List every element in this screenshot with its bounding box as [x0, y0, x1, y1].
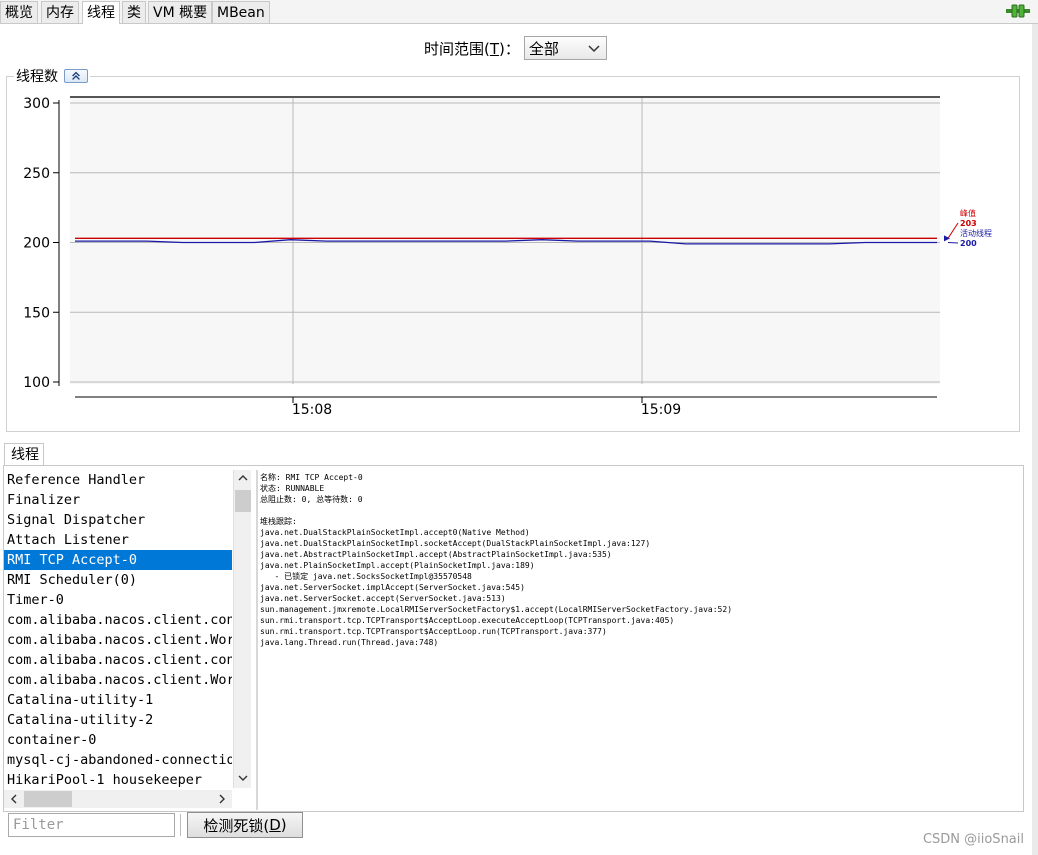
detail-line: sun.management.jmxremote.LocalRMIServerS…	[260, 605, 733, 614]
y-tick-label: 100	[23, 375, 50, 391]
jconsole-window: 概览 内存 线程 类 VM 概要 MBean 时间范围(T)： 全部 线程数 1…	[0, 0, 1038, 855]
thread-list-item[interactable]: Timer-0	[4, 590, 232, 610]
detail-line: java.lang.Thread.run(Thread.java:748)	[260, 638, 439, 647]
thread-list-item[interactable]: com.alibaba.nacos.client.con	[4, 650, 232, 670]
thread-list-item[interactable]: container-0	[4, 730, 232, 750]
detail-line: 堆栈跟踪:	[260, 517, 297, 526]
scroll-down-icon[interactable]	[235, 770, 251, 786]
y-tick-label: 150	[23, 305, 50, 321]
thread-list-item[interactable]: Catalina-utility-2	[4, 710, 232, 730]
detail-line: sun.rmi.transport.tcp.TCPTransport$Accep…	[260, 627, 607, 636]
detail-line: java.net.DualStackPlainSocketImpl.socket…	[260, 539, 651, 548]
scroll-up-icon[interactable]	[235, 470, 251, 486]
thread-list-item[interactable]: Signal Dispatcher	[4, 510, 232, 530]
thread-list-item[interactable]: mysql-cj-abandoned-connectio	[4, 750, 232, 770]
thread-list-item[interactable]: RMI Scheduler(0)	[4, 570, 232, 590]
thread-list-item[interactable]: com.alibaba.nacos.client.Wor	[4, 670, 232, 690]
legend-pointer	[947, 222, 959, 239]
detail-line: java.net.ServerSocket.implAccept(ServerS…	[260, 583, 525, 592]
detail-line: 状态: RUNNABLE	[260, 484, 325, 493]
legend-series-name: 活动线程	[960, 228, 992, 238]
thread-list-item[interactable]: com.alibaba.nacos.client.con	[4, 610, 232, 630]
thread-count-chart: 10015020025030015:08 15:09 峰值203活动线程200	[23, 96, 992, 418]
thread-list[interactable]: Reference Handler Finalizer Signal Dispatc…	[4, 470, 232, 790]
thread-list-item[interactable]: Reference Handler	[4, 470, 232, 490]
detail-line: java.net.ServerSocket.accept(ServerSocke…	[260, 594, 506, 603]
vscroll-thumb[interactable]	[235, 490, 251, 512]
thread-list-item[interactable]: Finalizer	[4, 490, 232, 510]
y-tick-label: 200	[23, 236, 50, 252]
detail-line: java.net.PlainSocketImpl.accept(PlainSoc…	[260, 561, 535, 570]
scroll-right-icon[interactable]	[214, 791, 230, 807]
thread-list-item[interactable]: Attach Listener	[4, 530, 232, 550]
detail-line: java.net.AbstractPlainSocketImpl.accept(…	[260, 550, 612, 559]
legend-series-name: 峰值	[960, 208, 976, 218]
legend-pointer	[947, 242, 959, 244]
detail-line: 名称: RMI TCP Accept-0	[260, 473, 363, 482]
watermark: CSDN @iioSnail	[922, 832, 1024, 847]
thread-list-item[interactable]: com.alibaba.nacos.client.Wor	[4, 630, 232, 650]
x-tick-label: 15:09	[641, 402, 681, 418]
split-pane-divider[interactable]	[256, 470, 258, 810]
detail-line: - 已锁定 java.net.SocksSocketImpl@35570548	[260, 572, 472, 581]
y-tick-label: 250	[23, 166, 50, 182]
thread-list-vscrollbar[interactable]	[233, 470, 251, 788]
thread-detail-text: 名称: RMI TCP Accept-0 状态: RUNNABLE 总阻止数: 0,…	[260, 472, 1020, 802]
threads-subtab[interactable]: 线程	[4, 443, 44, 466]
thread-list-item[interactable]: Catalina-utility-1	[4, 690, 232, 710]
toolbar-separator	[180, 814, 181, 836]
filter-input[interactable]: Filter	[8, 813, 175, 837]
thread-list-item[interactable]: RMI TCP Accept-0	[4, 550, 232, 570]
window-edge	[1032, 24, 1038, 855]
x-tick-label: 15:08	[292, 402, 332, 418]
detail-line: java.net.DualStackPlainSocketImpl.accept…	[260, 528, 530, 537]
detail-line: 总阻止数: 0, 总等待数: 0	[260, 495, 363, 504]
detail-line	[260, 505, 1020, 516]
hscroll-thumb[interactable]	[24, 791, 72, 807]
thread-list-item[interactable]: HikariPool-1 housekeeper	[4, 770, 232, 790]
scroll-left-icon[interactable]	[6, 791, 22, 807]
y-tick-label: 300	[23, 96, 50, 112]
legend-series-value: 203	[960, 219, 977, 228]
detect-deadlock-button[interactable]: 检测死锁(D)	[187, 812, 303, 838]
detail-line: sun.rmi.transport.tcp.TCPTransport$Accep…	[260, 616, 675, 625]
thread-list-hscrollbar[interactable]	[4, 790, 232, 808]
legend-series-value: 200	[960, 239, 977, 248]
